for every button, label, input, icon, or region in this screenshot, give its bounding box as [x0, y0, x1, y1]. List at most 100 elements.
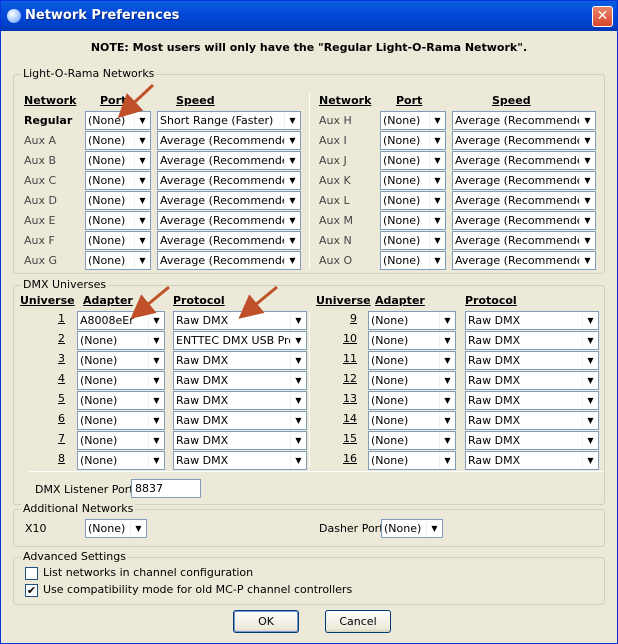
chevron-down-icon[interactable]: ▼: [439, 392, 455, 409]
chevron-down-icon[interactable]: ▼: [148, 392, 164, 409]
dmx-adapter-select[interactable]: (None) ▼: [368, 311, 456, 330]
lor-port-select[interactable]: (None) ▼: [85, 131, 151, 150]
dmx-adapter-select[interactable]: (None) ▼: [368, 391, 456, 410]
close-button[interactable]: ✕: [592, 6, 613, 27]
dasher-port-select[interactable]: (None) ▼: [381, 519, 443, 538]
chevron-down-icon[interactable]: ▼: [148, 332, 164, 349]
lor-speed-select[interactable]: Average (Recommended) ▼: [452, 191, 596, 210]
chevron-down-icon[interactable]: ▼: [439, 432, 455, 449]
dmx-protocol-select[interactable]: Raw DMX ▼: [465, 451, 599, 470]
chevron-down-icon[interactable]: ▼: [148, 452, 164, 469]
chevron-down-icon[interactable]: ▼: [582, 392, 598, 409]
lor-port-select[interactable]: (None) ▼: [380, 171, 446, 190]
chevron-down-icon[interactable]: ▼: [134, 252, 150, 269]
chevron-down-icon[interactable]: ▼: [439, 332, 455, 349]
chevron-down-icon[interactable]: ▼: [582, 312, 598, 329]
chevron-down-icon[interactable]: ▼: [439, 452, 455, 469]
dmx-protocol-select[interactable]: Raw DMX ▼: [465, 371, 599, 390]
lor-speed-select[interactable]: Average (Recommended) ▼: [157, 251, 301, 270]
chevron-down-icon[interactable]: ▼: [429, 112, 445, 129]
chevron-down-icon[interactable]: ▼: [579, 192, 595, 209]
chevron-down-icon[interactable]: ▼: [290, 392, 306, 409]
lor-speed-select[interactable]: Average (Recommended) ▼: [157, 191, 301, 210]
ok-button[interactable]: OK: [233, 610, 299, 633]
chevron-down-icon[interactable]: ▼: [290, 452, 306, 469]
chevron-down-icon[interactable]: ▼: [284, 232, 300, 249]
lor-speed-select[interactable]: Average (Recommended) ▼: [452, 251, 596, 270]
lor-speed-select[interactable]: Average (Recommended) ▼: [452, 171, 596, 190]
chevron-down-icon[interactable]: ▼: [148, 432, 164, 449]
chevron-down-icon[interactable]: ▼: [429, 232, 445, 249]
dmx-adapter-select[interactable]: (None) ▼: [368, 371, 456, 390]
lor-port-select[interactable]: (None) ▼: [85, 211, 151, 230]
dmx-adapter-select[interactable]: (None) ▼: [368, 351, 456, 370]
chevron-down-icon[interactable]: ▼: [579, 212, 595, 229]
dmx-protocol-select[interactable]: Raw DMX ▼: [465, 411, 599, 430]
dmx-adapter-select[interactable]: (None) ▼: [77, 391, 165, 410]
list-networks-label[interactable]: List networks in channel configuration: [43, 566, 253, 579]
lor-port-select[interactable]: (None) ▼: [380, 111, 446, 130]
lor-speed-select[interactable]: Average (Recommended) ▼: [452, 211, 596, 230]
chevron-down-icon[interactable]: ▼: [290, 432, 306, 449]
chevron-down-icon[interactable]: ▼: [284, 132, 300, 149]
chevron-down-icon[interactable]: ▼: [582, 332, 598, 349]
chevron-down-icon[interactable]: ▼: [148, 312, 164, 329]
chevron-down-icon[interactable]: ▼: [290, 312, 306, 329]
dmx-protocol-select[interactable]: Raw DMX ▼: [465, 311, 599, 330]
lor-port-select[interactable]: (None) ▼: [85, 111, 151, 130]
dmx-adapter-select[interactable]: (None) ▼: [368, 411, 456, 430]
chevron-down-icon[interactable]: ▼: [134, 232, 150, 249]
lor-speed-select[interactable]: Average (Recommended) ▼: [452, 151, 596, 170]
lor-port-select[interactable]: (None) ▼: [85, 251, 151, 270]
dmx-adapter-select[interactable]: (None) ▼: [77, 351, 165, 370]
chevron-down-icon[interactable]: ▼: [148, 412, 164, 429]
chevron-down-icon[interactable]: ▼: [134, 152, 150, 169]
dmx-protocol-select[interactable]: Raw DMX ▼: [173, 411, 307, 430]
lor-port-select[interactable]: (None) ▼: [380, 211, 446, 230]
dmx-protocol-select[interactable]: Raw DMX ▼: [173, 431, 307, 450]
chevron-down-icon[interactable]: ▼: [582, 372, 598, 389]
dmx-protocol-select[interactable]: Raw DMX ▼: [173, 391, 307, 410]
chevron-down-icon[interactable]: ▼: [284, 252, 300, 269]
chevron-down-icon[interactable]: ▼: [429, 212, 445, 229]
chevron-down-icon[interactable]: ▼: [134, 192, 150, 209]
dmx-adapter-select[interactable]: (None) ▼: [77, 411, 165, 430]
chevron-down-icon[interactable]: ▼: [426, 520, 442, 537]
chevron-down-icon[interactable]: ▼: [429, 152, 445, 169]
dmx-protocol-select[interactable]: Raw DMX ▼: [173, 351, 307, 370]
dmx-protocol-select[interactable]: ENTTEC DMX USB Pro ▼: [173, 331, 307, 350]
dmx-listener-port-input[interactable]: 8837: [131, 479, 201, 498]
chevron-down-icon[interactable]: ▼: [579, 252, 595, 269]
chevron-down-icon[interactable]: ▼: [429, 192, 445, 209]
chevron-down-icon[interactable]: ▼: [429, 252, 445, 269]
compat-mode-checkbox[interactable]: ✔: [25, 584, 38, 597]
chevron-down-icon[interactable]: ▼: [134, 132, 150, 149]
chevron-down-icon[interactable]: ▼: [582, 432, 598, 449]
chevron-down-icon[interactable]: ▼: [429, 172, 445, 189]
dmx-protocol-select[interactable]: Raw DMX ▼: [465, 431, 599, 450]
dmx-protocol-select[interactable]: Raw DMX ▼: [465, 391, 599, 410]
chevron-down-icon[interactable]: ▼: [284, 192, 300, 209]
dmx-protocol-select[interactable]: Raw DMX ▼: [173, 371, 307, 390]
chevron-down-icon[interactable]: ▼: [290, 332, 306, 349]
list-networks-checkbox[interactable]: [25, 567, 38, 580]
chevron-down-icon[interactable]: ▼: [130, 520, 146, 537]
dmx-adapter-select[interactable]: (None) ▼: [77, 331, 165, 350]
lor-speed-select[interactable]: Average (Recommended) ▼: [157, 151, 301, 170]
chevron-down-icon[interactable]: ▼: [290, 412, 306, 429]
cancel-button[interactable]: Cancel: [325, 610, 391, 633]
chevron-down-icon[interactable]: ▼: [579, 112, 595, 129]
lor-port-select[interactable]: (None) ▼: [380, 191, 446, 210]
chevron-down-icon[interactable]: ▼: [579, 232, 595, 249]
dmx-adapter-select[interactable]: (None) ▼: [368, 331, 456, 350]
chevron-down-icon[interactable]: ▼: [582, 452, 598, 469]
lor-port-select[interactable]: (None) ▼: [85, 171, 151, 190]
dmx-adapter-select[interactable]: (None) ▼: [77, 431, 165, 450]
chevron-down-icon[interactable]: ▼: [439, 352, 455, 369]
lor-speed-select[interactable]: Average (Recommended) ▼: [157, 171, 301, 190]
chevron-down-icon[interactable]: ▼: [134, 112, 150, 129]
x10-select[interactable]: (None) ▼: [85, 519, 147, 538]
lor-port-select[interactable]: (None) ▼: [85, 191, 151, 210]
dmx-adapter-select[interactable]: A8008eEr ▼: [77, 311, 165, 330]
chevron-down-icon[interactable]: ▼: [148, 372, 164, 389]
